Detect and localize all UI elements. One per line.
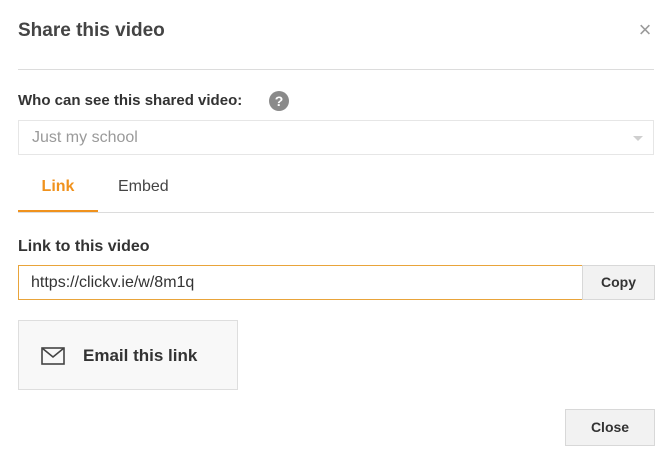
envelope-icon [41,347,65,365]
visibility-label: Who can see this shared video: [18,92,243,109]
tab-embed[interactable]: Embed [118,165,169,212]
email-link-label: Email this link [83,346,198,365]
visibility-selected-value: Just my school [32,129,138,146]
header-divider [18,69,654,70]
tab-link-label: Link [41,178,75,195]
link-label: Link to this video [18,238,150,255]
copy-button[interactable]: Copy [582,265,655,300]
dialog-title: Share this video [18,20,165,41]
tab-link[interactable]: Link [18,165,98,213]
share-video-dialog: Share this video × Who can see this shar… [0,0,672,463]
question-mark-icon[interactable]: ? [269,91,289,111]
video-link-input[interactable] [18,265,582,300]
share-tabs: Link Embed [18,165,654,213]
close-icon[interactable]: × [636,19,654,41]
chevron-down-icon [633,136,643,141]
close-button[interactable]: Close [565,409,655,446]
email-link-button[interactable]: Email this link [18,320,238,390]
tabs-divider [18,212,654,213]
tab-embed-label: Embed [118,178,169,195]
visibility-select[interactable]: Just my school [18,120,654,155]
